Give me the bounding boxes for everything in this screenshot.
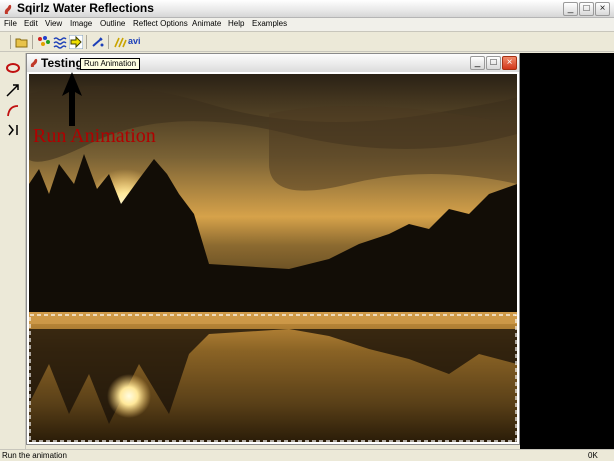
menu-animate[interactable]: Animate bbox=[192, 19, 221, 28]
app-squirrel-icon bbox=[4, 4, 12, 15]
close-button[interactable]: × bbox=[595, 2, 610, 16]
image-close-button[interactable]: × bbox=[502, 56, 517, 70]
status-indicator: 0K bbox=[588, 451, 598, 460]
open-folder-icon[interactable] bbox=[15, 35, 29, 49]
toolbar-separator bbox=[10, 35, 11, 49]
menu-image[interactable]: Image bbox=[70, 19, 92, 28]
menu-file[interactable]: File bbox=[4, 19, 17, 28]
app-title: Sqirlz Water Reflections bbox=[17, 1, 154, 15]
sparkle-icon[interactable] bbox=[91, 35, 105, 49]
image-window-title: Testing bbox=[41, 56, 83, 70]
toolbar-separator bbox=[86, 35, 87, 49]
toolbar-tooltip: Run Animation bbox=[80, 58, 141, 70]
toolbar: avi bbox=[0, 32, 614, 52]
document-squirrel-icon bbox=[30, 58, 38, 67]
image-window: Testing _ □ × bbox=[26, 53, 520, 445]
annotation-arrow bbox=[62, 72, 82, 126]
menu-view[interactable]: View bbox=[45, 19, 62, 28]
menu-outline[interactable]: Outline bbox=[100, 19, 125, 28]
ellipse-tool-icon[interactable] bbox=[3, 59, 23, 77]
run-animation-icon[interactable] bbox=[69, 35, 83, 49]
menu-reflect-options[interactable]: Reflect Options bbox=[133, 19, 188, 28]
menu-edit[interactable]: Edit bbox=[24, 19, 38, 28]
toolbar-separator bbox=[32, 35, 33, 49]
step-tool-icon[interactable] bbox=[3, 121, 23, 139]
tool-sidebar bbox=[0, 53, 26, 449]
avi-export-icon[interactable] bbox=[113, 35, 127, 49]
avi-label[interactable]: avi bbox=[128, 36, 141, 46]
curve-tool-icon[interactable] bbox=[3, 101, 23, 119]
image-minimize-button[interactable]: _ bbox=[470, 56, 485, 70]
minimize-button[interactable]: _ bbox=[563, 2, 578, 16]
menu-help[interactable]: Help bbox=[228, 19, 244, 28]
palette-icon[interactable] bbox=[37, 35, 51, 49]
status-text: Run the animation bbox=[2, 451, 67, 460]
status-bar: Run the animation 0K bbox=[0, 449, 614, 461]
image-maximize-button[interactable]: □ bbox=[486, 56, 501, 70]
annotation-text: Run Animation bbox=[33, 125, 156, 147]
menu-examples[interactable]: Examples bbox=[252, 19, 287, 28]
maximize-button[interactable]: □ bbox=[579, 2, 594, 16]
menu-bar: File Edit View Image Outline Reflect Opt… bbox=[0, 18, 614, 32]
toolbar-separator bbox=[108, 35, 109, 49]
title-bar: Sqirlz Water Reflections _ □ × bbox=[0, 0, 614, 18]
waves-icon[interactable] bbox=[53, 35, 67, 49]
arrow-tool-icon[interactable] bbox=[3, 81, 23, 99]
